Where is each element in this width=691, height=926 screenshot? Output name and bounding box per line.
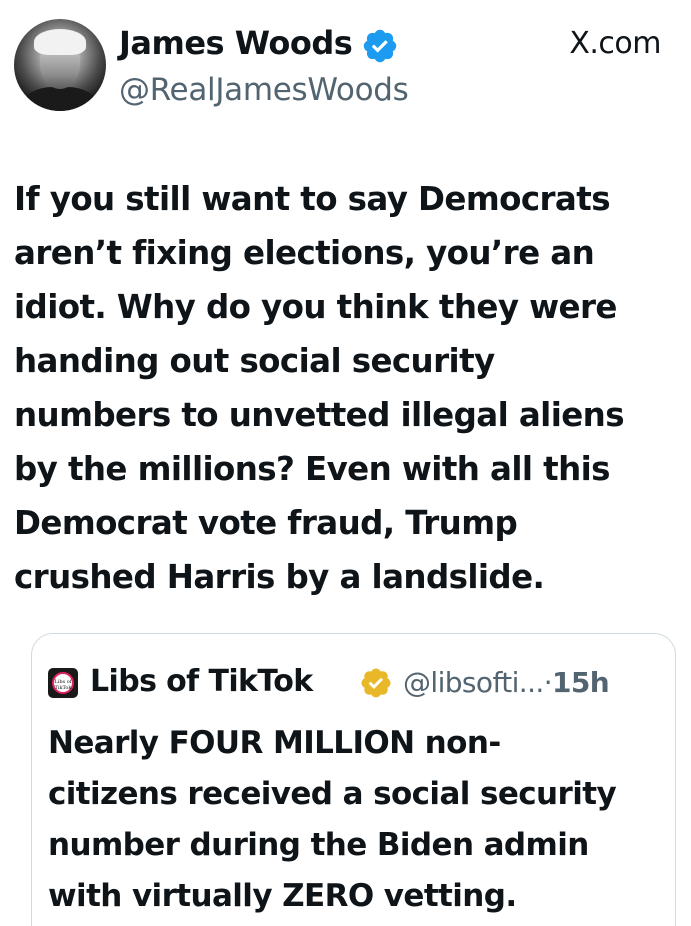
source-label: X.com [569,26,661,61]
quoted-post-meta: @libsofti...·15h [403,666,610,699]
author-avatar[interactable] [14,19,106,111]
author-display-name[interactable]: James Woods [119,24,353,62]
quoted-avatar-text: Libs of TikTok [54,679,72,691]
quoted-post-text: Nearly FOUR MILLION non- citizens receiv… [48,725,617,914]
quoted-author-avatar[interactable]: Libs of TikTok [48,668,78,698]
author-handle[interactable]: @RealJamesWoods [119,72,409,108]
avatar-hair-shape [34,29,86,55]
quoted-author-display-name[interactable]: Libs of TikTok [90,664,313,699]
quoted-post-card[interactable]: Libs of TikTok Libs of TikTok @libsofti.… [31,633,676,926]
quoted-author-handle[interactable]: @libsofti... [403,666,544,699]
post-text: If you still want to say Democrats aren’… [14,180,625,596]
avatar-body-shape [24,87,96,111]
verified-blue-check-icon [363,29,397,63]
verified-gold-check-icon [361,668,391,698]
quoted-avatar-logo: Libs of TikTok [52,672,74,694]
meta-separator: · [543,666,553,699]
post-header: James Woods @RealJamesWoods X.com [0,0,691,130]
quoted-post-time[interactable]: 15h [552,666,610,699]
